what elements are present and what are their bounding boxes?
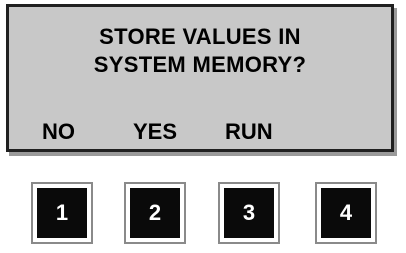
key-4-button[interactable]: 4 bbox=[315, 182, 377, 244]
key-3-button[interactable]: 3 bbox=[218, 182, 280, 244]
softkey-label-yes: YES bbox=[133, 119, 178, 144]
key-4-label: 4 bbox=[321, 188, 371, 238]
key-1-button[interactable]: 1 bbox=[31, 182, 93, 244]
softkey-label-no: NO bbox=[42, 119, 75, 144]
softkey-label-run: RUN bbox=[225, 119, 273, 144]
key-1-label: 1 bbox=[37, 188, 87, 238]
key-3-label: 3 bbox=[224, 188, 274, 238]
prompt-line-2: SYSTEM MEMORY? bbox=[93, 52, 307, 77]
prompt-line-1: STORE VALUES IN bbox=[99, 24, 301, 49]
key-2-label: 2 bbox=[130, 188, 180, 238]
key-2-button[interactable]: 2 bbox=[124, 182, 186, 244]
lcd-display: STORE VALUES IN SYSTEM MEMORY? NO YES RU… bbox=[6, 4, 394, 152]
